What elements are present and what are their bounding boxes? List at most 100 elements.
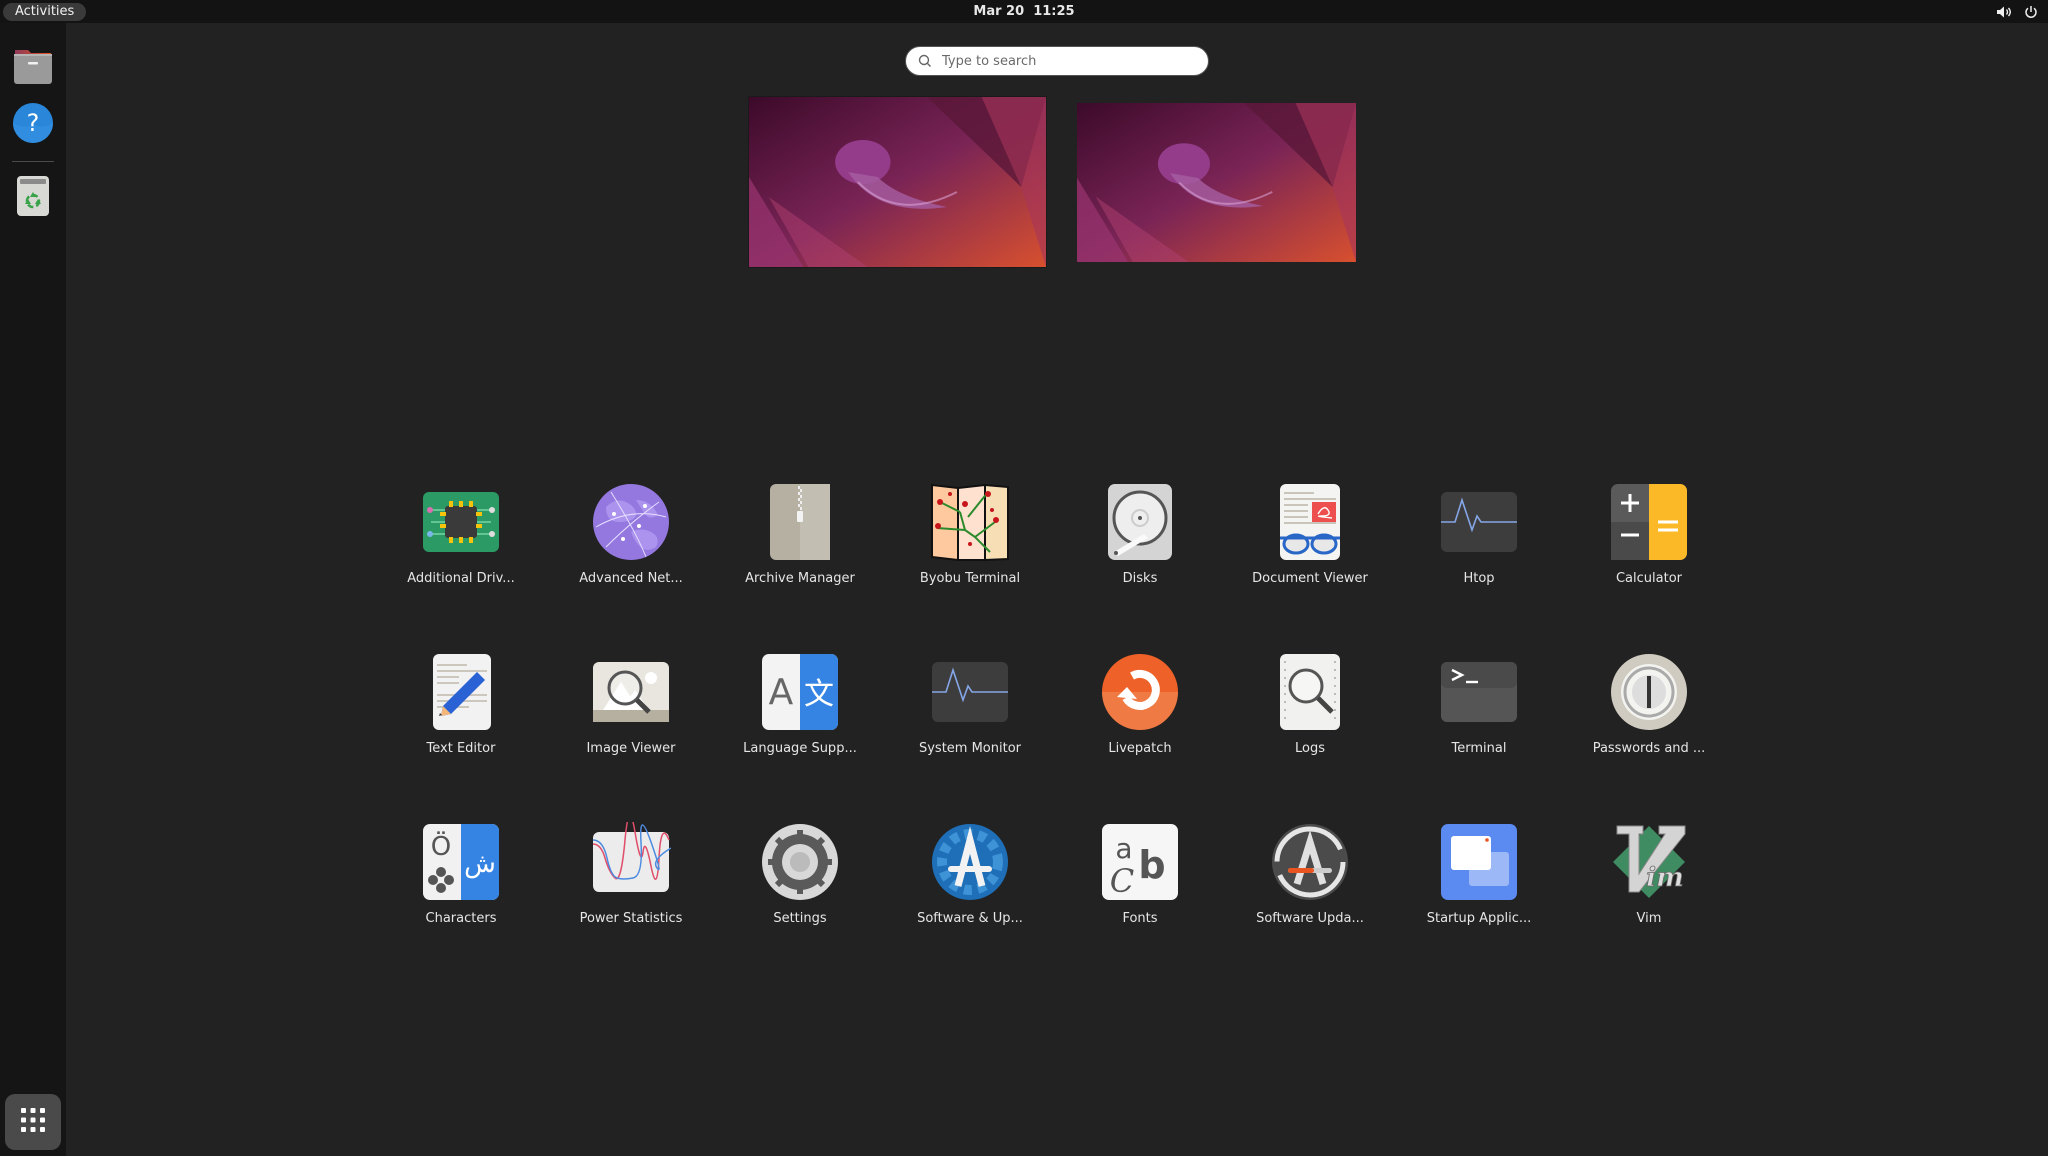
app-label: Logs (1295, 741, 1325, 756)
settings-gear-icon (760, 822, 840, 902)
svg-text:im: im (1646, 863, 1683, 893)
app-label: Image Viewer (586, 741, 676, 756)
show-applications-button[interactable] (5, 1094, 61, 1150)
clock[interactable]: Mar 20 11:25 (0, 3, 2048, 20)
app-label: Calculator (1615, 571, 1682, 586)
app-label: Power Statistics (579, 911, 683, 926)
document-viewer-icon (1270, 482, 1350, 562)
characters-icon: Öش (421, 822, 501, 902)
svg-text:A: A (769, 672, 794, 713)
app-label: Disks (1122, 571, 1158, 586)
search-icon (918, 54, 932, 68)
app-tile[interactable]: Text Editor (386, 640, 536, 780)
pulse-monitor-icon (1439, 482, 1519, 562)
jellyfish-wallpaper (749, 97, 1046, 267)
keyring-icon (1609, 652, 1689, 732)
power-icon[interactable] (2024, 5, 2038, 19)
svg-text:b: b (1138, 843, 1165, 887)
software-sources-icon (930, 822, 1010, 902)
app-tile[interactable]: Ö ش Characters (386, 810, 536, 950)
globe-icon (591, 482, 671, 562)
app-tile[interactable]: A 文 Language Supp... (725, 640, 875, 780)
logs-icon (1270, 652, 1350, 732)
app-tile[interactable]: im Vim (1574, 810, 1724, 950)
volume-icon[interactable] (1996, 5, 2012, 19)
app-tile[interactable]: Software Upda... (1235, 810, 1385, 950)
app-tile[interactable]: Startup Applic... (1404, 810, 1554, 950)
app-tile[interactable]: System Monitor (895, 640, 1045, 780)
app-label: Archive Manager (745, 571, 855, 586)
app-label: Livepatch (1108, 741, 1172, 756)
app-tile[interactable]: Additional Driv... (386, 470, 536, 610)
search-bar[interactable] (905, 46, 1209, 76)
app-tile[interactable]: Software & Up... (895, 810, 1045, 950)
app-label: Passwords and ... (1592, 741, 1706, 756)
app-label: Settings (773, 911, 827, 926)
app-grid-icon (19, 1106, 47, 1138)
app-label: Software & Up... (917, 911, 1023, 926)
app-label: Software Upda... (1256, 911, 1364, 926)
app-tile[interactable]: Livepatch (1065, 640, 1215, 780)
jellyfish-wallpaper (1077, 103, 1356, 262)
workspace-thumbnail-2[interactable] (1077, 103, 1356, 262)
app-tile[interactable]: Advanced Net... (556, 470, 706, 610)
dock: ? (0, 23, 66, 1156)
app-tile[interactable]: Calculator (1574, 470, 1724, 610)
app-label: Terminal (1451, 741, 1507, 756)
svg-text:Ö: Ö (431, 830, 451, 862)
image-viewer-icon (591, 652, 671, 732)
app-label: Byobu Terminal (919, 571, 1021, 586)
dock-item-trash[interactable] (8, 173, 58, 223)
text-editor-icon (421, 652, 501, 732)
system-tray[interactable] (1996, 3, 2038, 20)
power-statistics-icon (591, 822, 671, 902)
disk-icon (1100, 482, 1180, 562)
app-label: Vim (1636, 911, 1662, 926)
workspace-thumbnail-1[interactable] (749, 97, 1046, 267)
app-label: System Monitor (918, 741, 1022, 756)
app-tile[interactable]: Settings (725, 810, 875, 950)
top-bar: Activities Mar 20 11:25 (0, 0, 2048, 23)
help-icon: ? (12, 102, 54, 148)
app-tile[interactable]: Power Statistics (556, 810, 706, 950)
app-tile[interactable]: Image Viewer (556, 640, 706, 780)
app-label: Startup Applic... (1426, 911, 1532, 926)
app-tile[interactable]: a Cb Fonts (1065, 810, 1215, 950)
svg-text:C: C (1110, 862, 1134, 900)
fonts-icon: aCb (1100, 822, 1180, 902)
clock-time: 11:25 (1033, 4, 1075, 19)
app-tile[interactable]: Passwords and ... (1574, 640, 1724, 780)
pulse-monitor-icon (930, 652, 1010, 732)
app-label: Characters (425, 911, 497, 926)
svg-text:?: ? (27, 109, 40, 137)
app-tile[interactable]: Terminal (1404, 640, 1554, 780)
archive-icon (760, 482, 840, 562)
vim-icon: im (1609, 822, 1689, 902)
startup-apps-icon (1439, 822, 1519, 902)
app-tile[interactable]: Archive Manager (725, 470, 875, 610)
dock-item-files[interactable] (8, 43, 58, 93)
app-label: Text Editor (426, 741, 496, 756)
terminal-icon (1439, 652, 1519, 732)
livepatch-icon (1100, 652, 1180, 732)
app-label: Htop (1463, 571, 1495, 586)
app-tile[interactable]: Byobu Terminal (895, 470, 1045, 610)
app-tile[interactable]: Disks (1065, 470, 1215, 610)
software-updater-icon (1270, 822, 1350, 902)
app-label: Additional Driv... (407, 571, 515, 586)
search-input[interactable] (942, 53, 1182, 69)
app-label: Language Supp... (743, 741, 857, 756)
app-label: Fonts (1122, 911, 1158, 926)
app-tile[interactable]: Document Viewer (1235, 470, 1385, 610)
svg-text:ش: ش (464, 849, 496, 879)
app-tile[interactable]: Htop (1404, 470, 1554, 610)
app-label: Document Viewer (1252, 571, 1368, 586)
dock-separator (12, 161, 54, 162)
svg-text:文: 文 (804, 677, 834, 712)
chip-icon (421, 482, 501, 562)
language-icon: A文 (760, 652, 840, 732)
app-tile[interactable]: Logs (1235, 640, 1385, 780)
svg-text:a: a (1115, 832, 1132, 865)
dock-item-help[interactable]: ? (8, 100, 58, 150)
trash-icon (16, 175, 50, 221)
